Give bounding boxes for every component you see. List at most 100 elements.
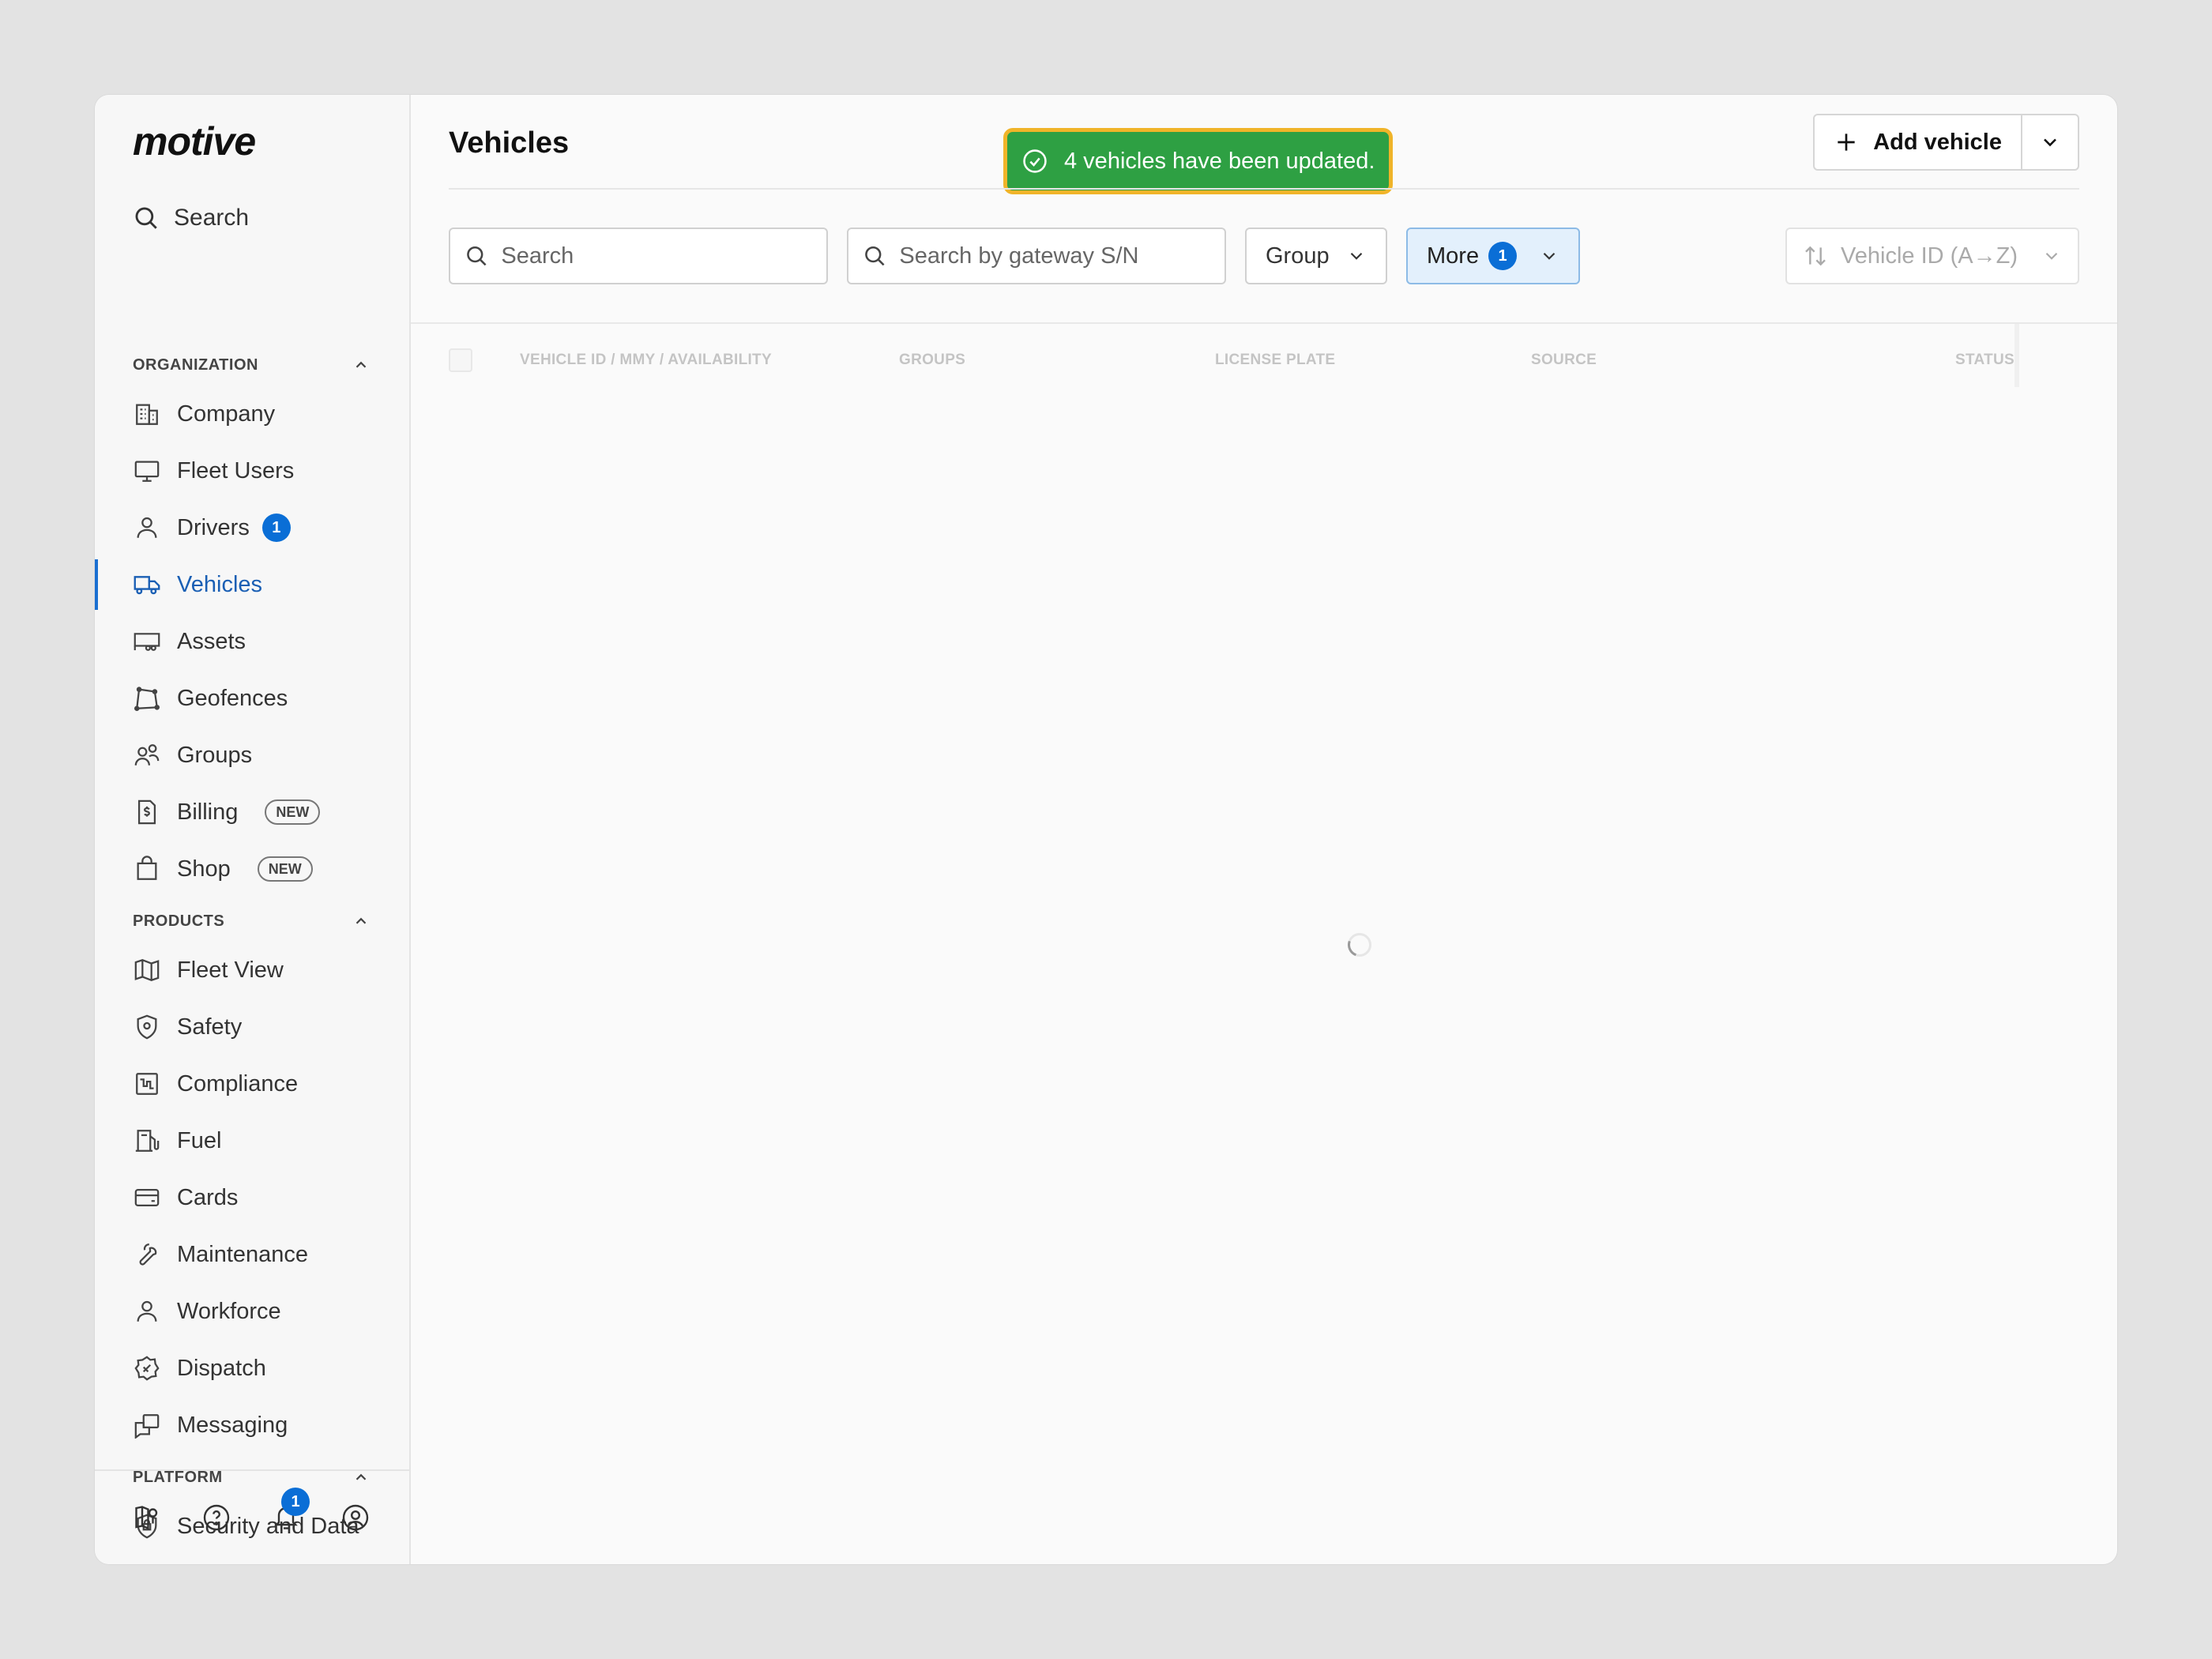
user-account-icon[interactable]: [341, 1503, 370, 1532]
sidebar-item-label: Groups: [177, 742, 253, 768]
sidebar-item-label: Vehicles: [177, 571, 263, 597]
sidebar-item-vehicles[interactable]: Vehicles: [95, 559, 409, 610]
sidebar-item-groups[interactable]: Groups: [95, 730, 409, 781]
more-filters-dropdown[interactable]: More 1: [1406, 228, 1580, 284]
sidebar-item-label: Company: [177, 401, 276, 427]
sidebar-item-fleet-users[interactable]: Fleet Users: [95, 446, 409, 496]
toast-message: 4 vehicles have been updated.: [1064, 148, 1375, 174]
building-icon: [133, 400, 161, 428]
sidebar-item-label: Safety: [177, 1014, 243, 1040]
sidebar-item-shop[interactable]: Shop NEW: [95, 844, 409, 894]
trailer-icon: [133, 627, 161, 656]
search-field[interactable]: [449, 228, 828, 284]
sort-dropdown[interactable]: Vehicle ID (A→Z): [1785, 228, 2079, 284]
sort-label: Vehicle ID (A→Z): [1841, 243, 2018, 269]
sidebar-item-geofences[interactable]: Geofences: [95, 673, 409, 724]
help-icon[interactable]: [202, 1503, 231, 1532]
bell-icon[interactable]: 1: [272, 1488, 310, 1532]
chevron-up-icon: [356, 917, 367, 924]
add-vehicle-label: Add vehicle: [1873, 129, 2002, 155]
sidebar-item-dispatch[interactable]: Dispatch: [95, 1343, 409, 1394]
sidebar-item-assets[interactable]: Assets: [95, 616, 409, 667]
chat-windows-icon: [133, 1411, 161, 1439]
sidebar-item-fuel[interactable]: Fuel: [95, 1115, 409, 1166]
sidebar-item-billing[interactable]: Billing NEW: [95, 787, 409, 837]
add-vehicle-split-button: Add vehicle: [1813, 114, 2079, 171]
section-products[interactable]: PRODUCTS: [133, 905, 370, 937]
sidebar-item-label: Shop: [177, 856, 231, 882]
group-filter-label: Group: [1266, 243, 1330, 269]
log-chart-icon: [133, 1070, 161, 1098]
gateway-search-field[interactable]: [847, 228, 1226, 284]
invoice-icon: [133, 798, 161, 826]
search-icon: [865, 246, 885, 266]
sidebar-item-maintenance[interactable]: Maintenance: [95, 1229, 409, 1280]
sidebar-item-drivers[interactable]: Drivers 1: [95, 502, 409, 553]
sidebar-item-label: Fleet Users: [177, 457, 295, 483]
chevron-down-icon: [2045, 252, 2058, 260]
map-pin-book-icon[interactable]: [133, 1503, 161, 1532]
column-vehicle-id[interactable]: VEHICLE ID / MMY / AVAILABILITY: [520, 352, 899, 369]
page-title: Vehicles: [449, 126, 570, 160]
column-status[interactable]: STATUS: [1955, 352, 2014, 369]
sidebar-item-label: Fleet View: [177, 957, 284, 983]
sidebar-footer: 1: [95, 1469, 409, 1564]
drivers-count-badge: 1: [261, 514, 291, 542]
sidebar-item-compliance[interactable]: Compliance: [95, 1059, 409, 1109]
gateway-search-input[interactable]: [899, 243, 1210, 269]
sidebar-item-label: Drivers: [177, 514, 250, 540]
sort-arrows-icon: [1805, 246, 1826, 266]
map-icon: [133, 956, 161, 984]
shield-icon: [133, 1013, 161, 1041]
sidebar-item-label: Dispatch: [177, 1355, 266, 1381]
group-filter-dropdown[interactable]: Group: [1245, 228, 1387, 284]
select-all-checkbox[interactable]: [449, 348, 472, 372]
plus-icon: [1838, 134, 1855, 151]
dispatch-tag-icon: [133, 1354, 161, 1382]
section-products-label: PRODUCTS: [133, 912, 225, 930]
motive-logo[interactable]: motive: [133, 122, 267, 163]
column-groups[interactable]: GROUPS: [899, 352, 1215, 369]
main-content: Vehicles 4 vehicles have been updated. A…: [411, 95, 2117, 1564]
more-filters-content: More 1: [1427, 242, 1518, 270]
sort-content: Vehicle ID (A→Z): [1803, 243, 2018, 269]
wrench-icon: [133, 1240, 161, 1269]
search-icon: [467, 246, 487, 266]
sidebar-item-company[interactable]: Company: [95, 389, 409, 439]
chevron-down-icon: [1350, 252, 1363, 260]
column-source[interactable]: SOURCE: [1531, 352, 1831, 369]
monitor-icon: [133, 457, 161, 485]
sidebar-item-label: Compliance: [177, 1070, 299, 1097]
success-toast: 4 vehicles have been updated.: [1003, 128, 1394, 194]
filters-divider: [411, 322, 2117, 324]
table-header: VEHICLE ID / MMY / AVAILABILITY GROUPS L…: [449, 332, 2014, 389]
chevron-down-icon: [2044, 138, 2056, 147]
sidebar-search[interactable]: Search: [133, 196, 249, 240]
section-organization[interactable]: ORGANIZATION: [133, 349, 370, 381]
credit-card-icon: [133, 1183, 161, 1212]
sidebar-item-label: Geofences: [177, 685, 288, 711]
add-vehicle-button[interactable]: Add vehicle: [1815, 115, 2022, 169]
sidebar-item-safety[interactable]: Safety: [95, 1002, 409, 1052]
title-divider: [449, 188, 2079, 190]
sidebar-item-label: Assets: [177, 628, 246, 654]
sidebar-search-label: Search: [174, 205, 250, 231]
fuel-pump-icon: [133, 1127, 161, 1155]
sidebar-item-messaging[interactable]: Messaging: [95, 1400, 409, 1450]
more-filters-count-badge: 1: [1488, 242, 1518, 270]
search-icon: [135, 207, 157, 229]
geofence-icon: [133, 684, 161, 713]
sidebar-item-cards[interactable]: Cards: [95, 1172, 409, 1223]
sidebar: motive Search ORGANIZATION Company Fleet…: [95, 95, 411, 1564]
person-icon: [133, 514, 161, 542]
app-window: motive Search ORGANIZATION Company Fleet…: [95, 95, 2117, 1564]
table-scroll-edge: [2014, 324, 2019, 387]
add-vehicle-menu-button[interactable]: [2022, 115, 2078, 169]
chevron-down-icon: [1543, 252, 1556, 260]
sidebar-item-workforce[interactable]: Workforce: [95, 1286, 409, 1337]
billing-new-badge: NEW: [265, 799, 321, 825]
search-input[interactable]: [501, 243, 812, 269]
sidebar-item-label: Maintenance: [177, 1241, 309, 1267]
sidebar-item-fleet-view[interactable]: Fleet View: [95, 945, 409, 995]
column-license-plate[interactable]: LICENSE PLATE: [1215, 352, 1531, 369]
